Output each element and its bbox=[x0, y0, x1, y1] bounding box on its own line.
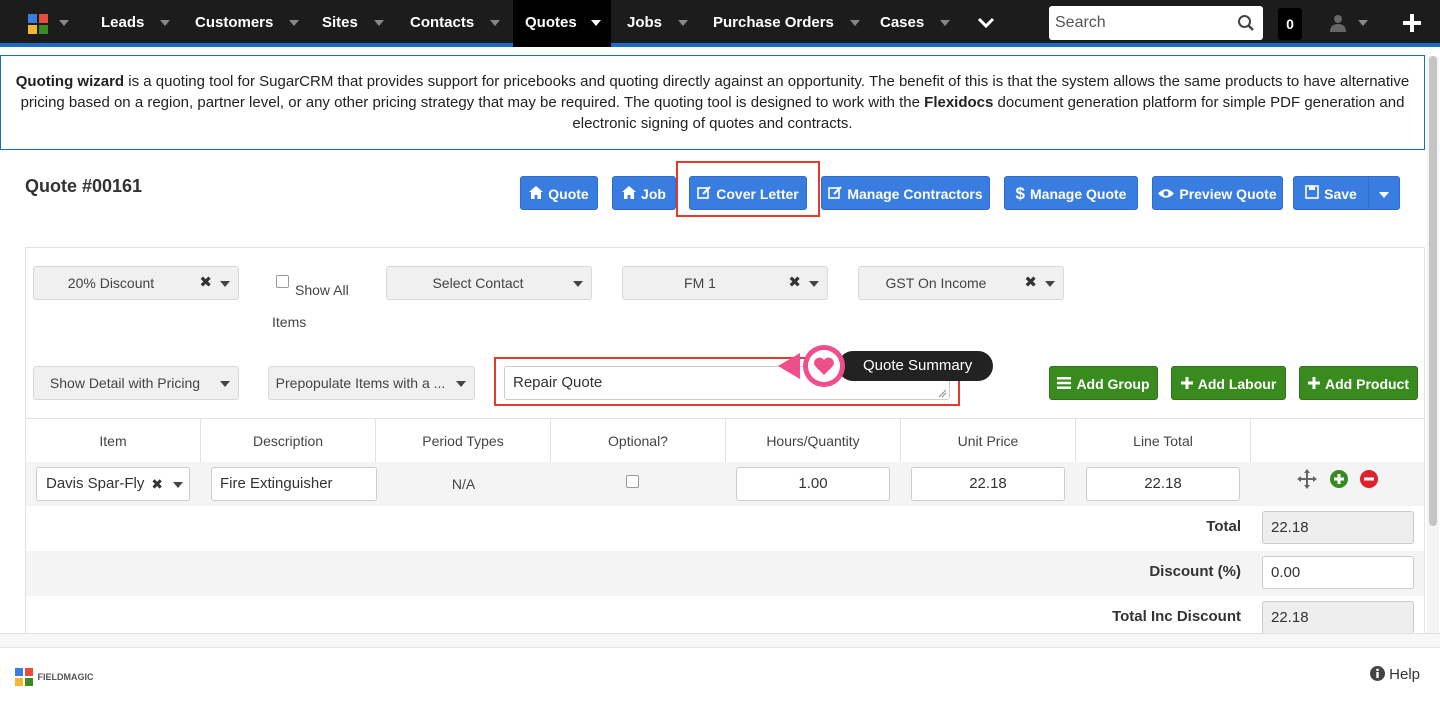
add-labour-button[interactable]: Add Labour bbox=[1171, 366, 1286, 400]
col-header-item: Item bbox=[26, 419, 201, 463]
notification-count-badge[interactable]: 0 bbox=[1278, 8, 1302, 40]
detail-select[interactable]: Show Detail with Pricing bbox=[33, 366, 239, 400]
prepopulate-select[interactable]: Prepopulate Items with a ... bbox=[268, 366, 475, 400]
plus-icon bbox=[1308, 367, 1320, 401]
add-plus-icon[interactable] bbox=[1402, 0, 1422, 47]
contact-select[interactable]: Select Contact bbox=[386, 266, 592, 300]
more-chevron-icon[interactable] bbox=[977, 0, 995, 47]
info-bold-flexidocs: Flexidocs bbox=[924, 94, 994, 111]
caret-down-icon bbox=[1045, 281, 1055, 287]
nav-cases[interactable]: Cases bbox=[880, 0, 951, 47]
help-link[interactable]: Help bbox=[1370, 666, 1420, 683]
quote-button[interactable]: Quote bbox=[520, 176, 598, 210]
app-logo-icon[interactable] bbox=[28, 14, 48, 34]
col-header-description: Description bbox=[201, 419, 376, 463]
caret-down-icon bbox=[456, 381, 466, 387]
discount-select[interactable]: 20% Discount ✖ bbox=[33, 266, 239, 300]
plus-icon bbox=[1180, 367, 1193, 401]
nav-leads[interactable]: Leads bbox=[101, 0, 171, 47]
description-input[interactable]: Fire Extinguisher bbox=[211, 467, 377, 501]
nav-quotes[interactable]: Quotes bbox=[513, 0, 611, 47]
preview-quote-button[interactable]: Preview Quote bbox=[1152, 176, 1283, 210]
search-icon[interactable] bbox=[1237, 14, 1255, 37]
remove-row-icon[interactable] bbox=[1360, 470, 1378, 488]
info-circle-icon bbox=[1370, 666, 1385, 681]
add-group-button[interactable]: Add Group bbox=[1049, 366, 1158, 400]
scrollbar-thumb[interactable] bbox=[1429, 56, 1437, 526]
home-icon bbox=[622, 177, 637, 211]
fieldmagic-logo: FIELDMAGIC bbox=[15, 668, 93, 686]
fm-select[interactable]: FM 1 ✖ bbox=[622, 266, 828, 300]
col-header-unit-price: Unit Price bbox=[901, 419, 1076, 463]
search-input[interactable] bbox=[1049, 6, 1229, 40]
info-bold-title: Quoting wizard bbox=[15, 73, 125, 90]
caret-down-icon bbox=[573, 281, 583, 287]
clear-x-icon[interactable]: ✖ bbox=[199, 267, 212, 299]
top-navbar: Leads Customers Sites Contacts Quotes Jo… bbox=[0, 0, 1440, 47]
footer: FIELDMAGIC Help bbox=[0, 647, 1440, 703]
nav-contacts[interactable]: Contacts bbox=[410, 0, 501, 47]
eye-icon bbox=[1158, 177, 1175, 211]
col-header-line-total: Line Total bbox=[1076, 419, 1251, 463]
move-arrows-icon[interactable] bbox=[1297, 469, 1317, 489]
item-select[interactable]: Davis Spar-Fly ✖ bbox=[36, 467, 190, 501]
floppy-disk-icon bbox=[1305, 177, 1319, 211]
add-product-button[interactable]: Add Product bbox=[1299, 366, 1418, 400]
user-icon bbox=[1330, 14, 1350, 33]
total-row: Total 22.18 bbox=[26, 506, 1424, 551]
app-menu-dropdown[interactable] bbox=[59, 0, 69, 47]
edit-icon bbox=[828, 177, 843, 211]
discount-input[interactable]: 0.00 bbox=[1262, 556, 1414, 589]
line-total-input[interactable]: 22.18 bbox=[1086, 467, 1240, 501]
resize-handle-icon[interactable] bbox=[938, 389, 947, 398]
list-icon bbox=[1057, 367, 1072, 401]
optional-checkbox[interactable] bbox=[626, 475, 639, 488]
col-header-optional: Optional? bbox=[551, 419, 726, 463]
edit-icon bbox=[697, 177, 711, 211]
add-row-icon[interactable] bbox=[1330, 470, 1348, 488]
quote-summary-tooltip: Quote Summary bbox=[778, 345, 993, 387]
clear-x-icon[interactable]: ✖ bbox=[1024, 267, 1037, 299]
clear-x-icon[interactable]: ✖ bbox=[788, 267, 801, 299]
info-banner: Quoting wizard is a quoting tool for Sug… bbox=[0, 55, 1425, 150]
save-options-dropdown[interactable] bbox=[1368, 176, 1400, 210]
global-search bbox=[1049, 6, 1263, 40]
footer-divider bbox=[0, 633, 1440, 647]
nav-jobs[interactable]: Jobs bbox=[627, 0, 689, 47]
unit-price-input[interactable]: 22.18 bbox=[911, 467, 1065, 501]
manage-quote-button[interactable]: $ Manage Quote bbox=[1004, 176, 1138, 210]
vertical-scrollbar[interactable] bbox=[1427, 56, 1439, 633]
caret-down-icon bbox=[809, 281, 819, 287]
caret-down-icon bbox=[1379, 192, 1389, 199]
total-inc-discount-value: 22.18 bbox=[1262, 601, 1414, 634]
cover-letter-button[interactable]: Cover Letter bbox=[689, 176, 807, 210]
caret-down-icon bbox=[220, 281, 230, 287]
nav-sites[interactable]: Sites bbox=[322, 0, 384, 47]
caret-down-icon bbox=[173, 482, 183, 488]
period-type-value: N/A bbox=[451, 476, 476, 492]
nav-purchase-orders[interactable]: Purchase Orders bbox=[713, 0, 860, 47]
job-button[interactable]: Job bbox=[612, 176, 676, 210]
caret-down-icon bbox=[220, 381, 230, 387]
gst-select[interactable]: GST On Income ✖ bbox=[858, 266, 1064, 300]
manage-contractors-button[interactable]: Manage Contractors bbox=[821, 176, 990, 210]
col-header-period-types: Period Types bbox=[376, 419, 551, 463]
user-menu[interactable] bbox=[1330, 0, 1369, 47]
discount-row: Discount (%) 0.00 bbox=[26, 551, 1424, 596]
dollar-icon: $ bbox=[1015, 184, 1025, 203]
page-title: Quote #00161 bbox=[25, 176, 143, 196]
save-button[interactable]: Save bbox=[1293, 176, 1369, 210]
total-value: 22.18 bbox=[1262, 511, 1414, 544]
nav-customers[interactable]: Customers bbox=[195, 0, 300, 47]
home-icon bbox=[529, 177, 544, 211]
clear-x-icon[interactable]: ✖ bbox=[151, 468, 163, 500]
show-all-items-label: Show All Items bbox=[272, 282, 349, 330]
quantity-input[interactable]: 1.00 bbox=[736, 467, 890, 501]
col-header-quantity: Hours/Quantity bbox=[726, 419, 901, 463]
